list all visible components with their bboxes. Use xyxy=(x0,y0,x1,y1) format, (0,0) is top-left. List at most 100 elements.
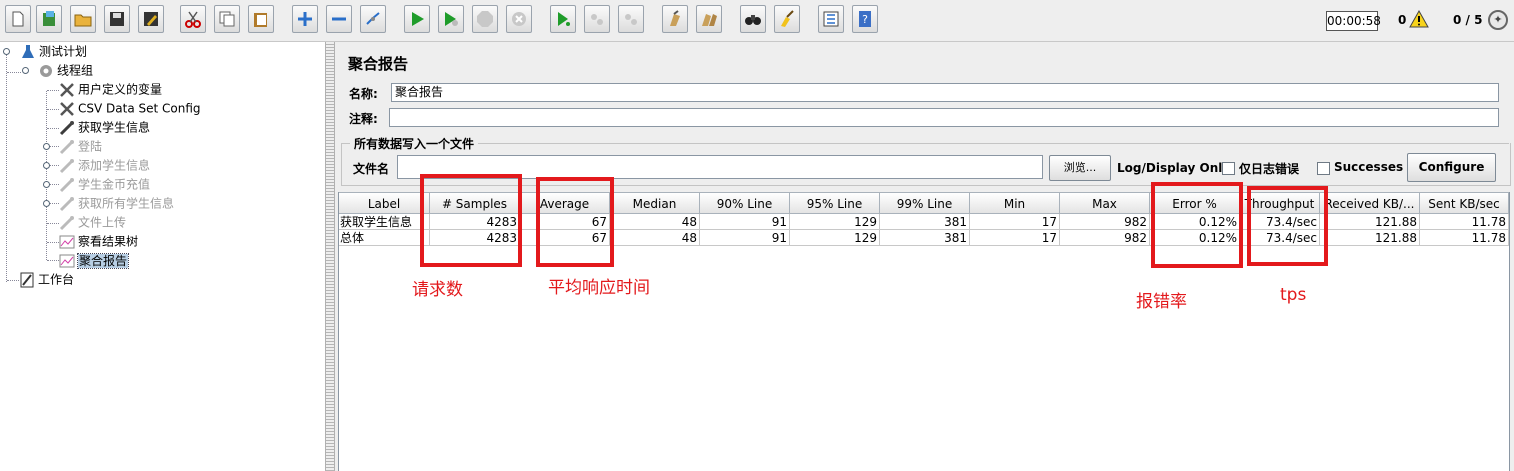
tree-node-label: CSV Data Set Config xyxy=(78,101,201,116)
collapse-all-icon[interactable] xyxy=(326,5,352,33)
tree-node-get-all-students[interactable]: 获取所有学生信息 xyxy=(59,194,174,212)
table-cell[interactable]: 17 xyxy=(970,230,1060,246)
remote-shutdown-icon[interactable] xyxy=(618,5,644,33)
save-as-icon[interactable] xyxy=(138,5,164,33)
annotation-samples: 请求数 xyxy=(412,280,463,300)
filename-label: 文件名 xyxy=(353,162,390,176)
clear-icon[interactable] xyxy=(662,5,688,33)
table-cell[interactable]: 121.88 xyxy=(1320,214,1420,230)
column-header[interactable]: 90% Line xyxy=(700,192,790,214)
error-count: 0 xyxy=(1398,13,1407,27)
table-cell[interactable]: 982 xyxy=(1060,214,1150,230)
column-header[interactable]: 95% Line xyxy=(790,192,880,214)
table-cell[interactable]: 381 xyxy=(880,230,970,246)
table-cell[interactable]: 48 xyxy=(610,214,700,230)
table-cell[interactable]: 总体 xyxy=(339,230,430,246)
annotation-box-samples xyxy=(420,174,522,267)
table-cell[interactable]: 129 xyxy=(790,230,880,246)
cut-icon[interactable] xyxy=(180,5,206,33)
configure-button[interactable]: Configure xyxy=(1407,153,1496,182)
tree-line xyxy=(47,109,59,110)
column-header[interactable]: Received KB/... xyxy=(1320,192,1420,214)
stop-icon[interactable] xyxy=(472,5,498,33)
column-header[interactable]: Label xyxy=(339,192,430,214)
remote-stop-icon[interactable] xyxy=(584,5,610,33)
shutdown-icon[interactable] xyxy=(506,5,532,33)
copy-icon[interactable] xyxy=(214,5,240,33)
tree-node-csv-config[interactable]: CSV Data Set Config xyxy=(59,99,201,117)
listener-chart-icon xyxy=(59,254,75,267)
help-icon[interactable]: ? xyxy=(852,5,878,33)
tree-node-label: 线程组 xyxy=(57,63,94,78)
tree-line xyxy=(50,165,59,166)
expand-toggle[interactable] xyxy=(43,181,50,188)
tree-node-get-student[interactable]: 获取学生信息 xyxy=(59,118,150,136)
warning-icon[interactable] xyxy=(1409,10,1429,28)
tree-node-workbench[interactable]: 工作台 xyxy=(19,270,74,288)
tree-node-label: 测试计划 xyxy=(39,44,88,59)
workbench-icon xyxy=(20,272,34,287)
table-cell[interactable]: 91 xyxy=(700,230,790,246)
tree-node-user-variables[interactable]: 用户定义的变量 xyxy=(59,80,162,98)
table-cell[interactable]: 121.88 xyxy=(1320,230,1420,246)
errors-only-checkbox[interactable] xyxy=(1222,162,1235,175)
start-no-timers-icon[interactable] xyxy=(438,5,464,33)
tree-line xyxy=(46,91,47,260)
table-cell[interactable]: 获取学生信息 xyxy=(339,214,430,230)
toggle-icon[interactable] xyxy=(360,5,386,33)
tree-node-results-tree[interactable]: 察看结果树 xyxy=(59,232,138,250)
comment-field[interactable] xyxy=(389,108,1499,127)
function-helper-icon[interactable] xyxy=(818,5,844,33)
templates-icon[interactable] xyxy=(36,5,62,33)
tree-line xyxy=(47,242,59,243)
listener-chart-icon xyxy=(59,235,75,248)
paste-icon[interactable] xyxy=(248,5,274,33)
annotation-box-throughput xyxy=(1247,186,1328,266)
tree-line xyxy=(6,55,7,282)
expand-toggle[interactable] xyxy=(22,67,29,74)
table-cell[interactable]: 381 xyxy=(880,214,970,230)
column-header[interactable]: Min xyxy=(970,192,1060,214)
column-header[interactable]: Max xyxy=(1060,192,1150,214)
new-icon[interactable] xyxy=(5,5,31,33)
table-cell[interactable]: 11.78 xyxy=(1420,230,1509,246)
reset-search-icon[interactable] xyxy=(774,5,800,33)
active-threads: 0 / 5 xyxy=(1453,13,1483,27)
expand-toggle[interactable] xyxy=(43,143,50,150)
split-pane-divider[interactable] xyxy=(325,42,335,471)
start-icon[interactable] xyxy=(404,5,430,33)
remote-hosts-icon[interactable]: ✦ xyxy=(1488,10,1508,30)
table-cell[interactable]: 129 xyxy=(790,214,880,230)
table-cell[interactable]: 48 xyxy=(610,230,700,246)
table-cell[interactable]: 982 xyxy=(1060,230,1150,246)
successes-checkbox[interactable] xyxy=(1317,162,1330,175)
expand-toggle[interactable] xyxy=(43,200,50,207)
table-cell[interactable]: 91 xyxy=(700,214,790,230)
table-cell[interactable]: 17 xyxy=(970,214,1060,230)
open-icon[interactable] xyxy=(70,5,96,33)
column-header[interactable]: 99% Line xyxy=(880,192,970,214)
column-header[interactable]: Sent KB/sec xyxy=(1420,192,1509,214)
tree-node-file-upload[interactable]: 文件上传 xyxy=(59,213,126,231)
save-icon[interactable] xyxy=(104,5,130,33)
sampler-pipette-icon xyxy=(59,120,74,135)
tree-node-label: 获取所有学生信息 xyxy=(78,196,175,211)
expand-all-icon[interactable] xyxy=(292,5,318,33)
name-field[interactable]: 聚合报告 xyxy=(391,83,1499,102)
browse-button[interactable]: 浏览... xyxy=(1049,155,1111,181)
tree-node-add-student[interactable]: 添加学生信息 xyxy=(59,156,150,174)
remote-start-icon[interactable] xyxy=(550,5,576,33)
successes-label: Successes xyxy=(1334,160,1404,174)
tree-node-thread-group[interactable]: 线程组 xyxy=(38,61,93,79)
expand-toggle[interactable] xyxy=(43,162,50,169)
clear-all-icon[interactable] xyxy=(696,5,722,33)
column-header[interactable]: Median xyxy=(610,192,700,214)
tree-node-login[interactable]: 登陆 xyxy=(59,137,102,155)
table-cell[interactable]: 11.78 xyxy=(1420,214,1509,230)
search-icon[interactable] xyxy=(740,5,766,33)
tree-node-test-plan[interactable]: 测试计划 xyxy=(20,42,87,60)
tree-node-aggregate-report[interactable]: 聚合报告 xyxy=(59,251,130,269)
tree-node-coin-recharge[interactable]: 学生金币充值 xyxy=(59,175,150,193)
expand-toggle[interactable] xyxy=(3,48,10,55)
tree-node-label: 学生金币充值 xyxy=(78,177,151,192)
